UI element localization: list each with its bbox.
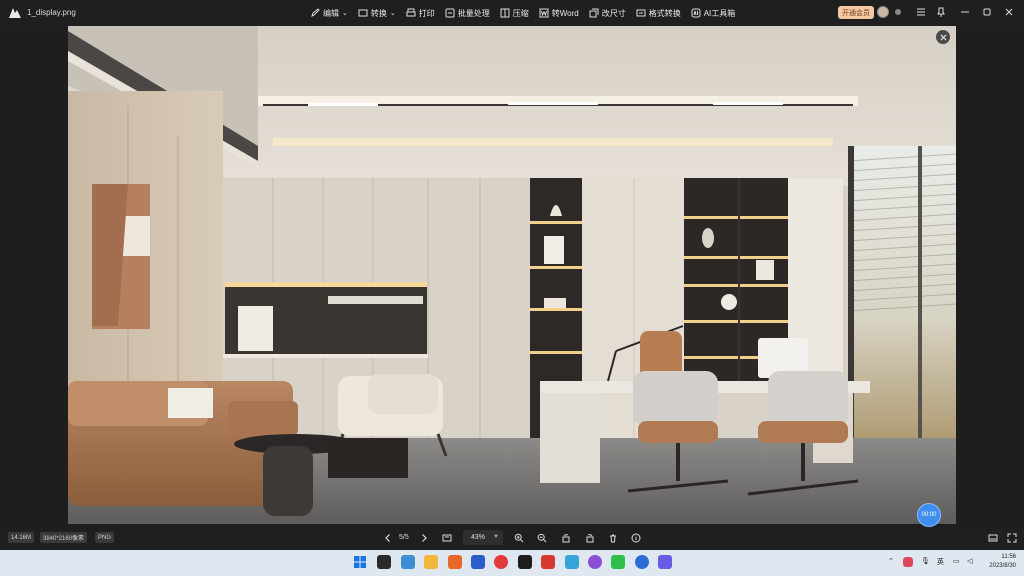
toolbar-item-format[interactable]: 格式转换	[636, 4, 681, 22]
tray-app-icon[interactable]	[903, 557, 913, 567]
close-viewer-button[interactable]	[936, 30, 950, 44]
toolbar-item-compress[interactable]: 压缩	[500, 4, 529, 22]
toolbar-item-label: 格式转换	[648, 8, 681, 18]
status-dot-icon[interactable]	[895, 9, 901, 15]
ime-indicator[interactable]: 英	[937, 557, 944, 567]
volume-icon[interactable]: ◁	[967, 557, 972, 565]
toolbar-item-ai[interactable]: AI工具箱	[691, 4, 736, 22]
image-canvas[interactable]	[68, 26, 956, 524]
resize-icon	[589, 8, 599, 18]
edit-icon	[311, 8, 320, 17]
system-clock[interactable]: 11:56 2023/8/30	[984, 553, 1016, 571]
toolbar-item-convert[interactable]: 转换 ⌄	[358, 4, 396, 22]
toolbar-item-label: AI工具箱	[703, 8, 736, 18]
toolbar-item-print[interactable]: 打印	[406, 4, 435, 22]
tray-chevron-icon[interactable]: ⌃	[888, 557, 894, 565]
store-icon[interactable]	[471, 555, 485, 569]
netease-music-icon[interactable]	[494, 555, 508, 569]
close-window-button[interactable]	[1002, 5, 1016, 19]
toolbar-item-label: 批量处理	[457, 8, 490, 18]
toolbar-item-resize[interactable]: 改尺寸	[589, 4, 626, 22]
title-bar: 1_display.png 编辑 ⌄ 转换 ⌄ 打印 批量处理 压缩 转Word 改尺寸 格式转换…	[0, 0, 1024, 26]
zoom-value: 43%	[471, 534, 486, 541]
image-viewer-app: 1_display.png 编辑 ⌄ 转换 ⌄ 打印 批量处理 压缩 转Word 改尺寸 格式转换…	[0, 0, 1024, 576]
toolbar-item-label: 压缩	[512, 8, 529, 18]
dimensions-badge: 3840*2160像素	[40, 532, 88, 543]
file-explorer-icon[interactable]	[424, 555, 438, 569]
format-badge: PNG	[95, 532, 115, 543]
format-icon	[636, 9, 646, 17]
toolbar-item-label: 编辑	[323, 8, 339, 18]
fullscreen-icon[interactable]	[1004, 530, 1020, 546]
chevron-down-icon: ⌄	[389, 10, 396, 17]
zoom-select[interactable]: 43% ▼	[463, 530, 503, 545]
compress-icon	[500, 8, 510, 18]
toolbar-item-label: 转Word	[551, 8, 579, 18]
pin-icon[interactable]	[934, 5, 948, 19]
delete-icon[interactable]	[605, 530, 621, 546]
office-interior-image	[68, 26, 956, 524]
clock-time: 11:56	[1001, 554, 1016, 560]
main-toolbar: 编辑 ⌄ 转换 ⌄ 打印 批量处理 压缩 转Word 改尺寸 格式转换 AI工具箱	[310, 4, 735, 22]
browser-icon[interactable]	[635, 555, 649, 569]
minimize-button[interactable]	[958, 5, 972, 19]
timer-badge[interactable]: 00:00	[917, 503, 941, 527]
purple-app-icon[interactable]	[588, 555, 602, 569]
app-cube-icon[interactable]	[565, 555, 579, 569]
word-icon	[539, 8, 549, 18]
chevron-down-icon: ⌄	[342, 10, 348, 17]
zoom-out-icon[interactable]	[534, 530, 550, 546]
clock-date: 2023/8/30	[989, 563, 1016, 569]
toolbar-item-label: 改尺寸	[601, 8, 626, 18]
windows-start-icon[interactable]	[353, 555, 367, 569]
firefox-icon[interactable]	[448, 555, 462, 569]
menu-icon[interactable]	[914, 5, 928, 19]
prev-image-button[interactable]	[380, 530, 396, 546]
zoom-in-icon[interactable]	[511, 530, 527, 546]
microphone-icon[interactable]: 🎙	[921, 557, 930, 565]
wps-icon[interactable]	[541, 555, 555, 569]
toolbar-item-edit[interactable]: 编辑 ⌄	[310, 4, 348, 22]
toolbar-item-word[interactable]: 转Word	[539, 4, 579, 22]
image-viewer-taskbar-icon[interactable]	[658, 555, 672, 569]
chevron-down-icon: ▼	[493, 534, 499, 540]
toolbar-item-label: 转换	[370, 8, 387, 18]
window-title: 1_display.png	[27, 8, 76, 17]
batch-icon	[445, 8, 455, 18]
screen-icon[interactable]	[985, 530, 1001, 546]
fit-window-icon[interactable]	[439, 530, 455, 546]
network-icon[interactable]: ▭	[953, 557, 960, 565]
info-icon[interactable]	[628, 530, 644, 546]
file-size-badge: 14.16M	[8, 532, 35, 543]
os-taskbar	[0, 550, 1024, 576]
toolbar-item-batch[interactable]: 批量处理	[445, 4, 490, 22]
avatar[interactable]	[877, 6, 889, 18]
ai-icon	[691, 8, 701, 18]
toolbar-item-label: 打印	[418, 8, 435, 18]
task-view-icon[interactable]	[377, 555, 391, 569]
app-logo-icon	[9, 8, 21, 18]
print-icon	[406, 8, 416, 17]
page-counter: 5/5	[399, 534, 409, 541]
rotate-left-icon[interactable]	[558, 530, 574, 546]
convert-icon	[358, 9, 368, 17]
restore-button[interactable]	[980, 5, 994, 19]
wechat-icon[interactable]	[611, 555, 625, 569]
capcut-icon[interactable]	[518, 555, 532, 569]
next-image-button[interactable]	[416, 530, 432, 546]
vip-button[interactable]: 开通会员	[838, 6, 874, 19]
widgets-icon[interactable]	[401, 555, 415, 569]
rotate-right-icon[interactable]	[582, 530, 598, 546]
